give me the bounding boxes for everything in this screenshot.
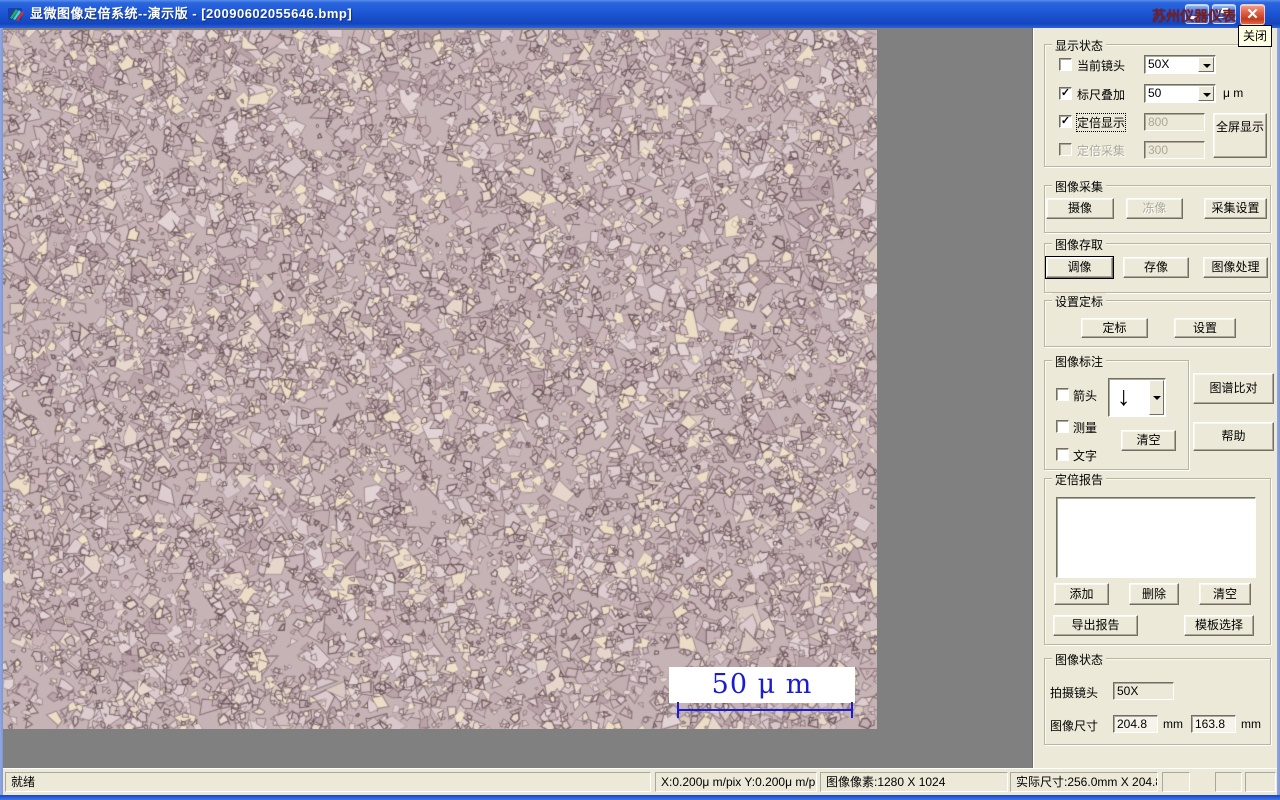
fullscreen-button[interactable]: 全屏显示 [1213,113,1267,158]
freeze-button: 冻像 [1126,198,1183,219]
minimize-button[interactable] [1185,4,1209,24]
label-text: 文字 [1073,449,1098,463]
image-process-button[interactable]: 图像处理 [1203,257,1268,278]
report-listbox[interactable] [1056,497,1256,578]
checkbox-current-lens[interactable] [1059,58,1072,71]
calibrate-button[interactable]: 定标 [1081,318,1148,338]
restore-button[interactable] [1212,4,1236,24]
template-select-button[interactable]: 模板选择 [1184,615,1254,636]
help-button[interactable]: 帮助 [1193,422,1274,451]
window-title: 显微图像定倍系统--演示版 - [20090602055646.bmp] [30,6,353,21]
label-width-unit: mm [1163,717,1183,731]
close-tooltip: 关闭 [1238,25,1273,47]
label-fixed-capture: 定倍采集 [1077,144,1126,158]
field-image-height[interactable]: 163.8 [1191,715,1236,733]
label-ruler-overlay: 标尺叠加 [1077,88,1126,102]
label-shoot-lens: 拍摄镜头 [1050,686,1099,700]
report-clear-button[interactable]: 清空 [1199,583,1251,605]
status-ready: 就绪 [5,772,651,792]
checkbox-arrow[interactable] [1056,388,1069,401]
calibration-settings-button[interactable]: 设置 [1174,318,1236,338]
close-icon: ✕ [1246,6,1259,23]
group-annotation-label: 图像标注 [1052,353,1107,370]
label-height-unit: mm [1241,717,1261,731]
atlas-compare-button[interactable]: 图谱比对 [1193,373,1274,404]
label-ruler-unit: μ m [1223,86,1244,100]
label-arrow: 箭头 [1073,389,1098,403]
report-delete-button[interactable]: 删除 [1129,583,1179,605]
restore-icon [1218,10,1227,18]
checkbox-ruler-overlay[interactable]: ✓ [1059,87,1072,100]
status-resolution: X:0.200μ m/pix Y:0.200μ m/pix [655,772,817,792]
group-image-storage-label: 图像存取 [1052,236,1107,253]
status-empty-3 [1245,772,1276,792]
scalebar-tick-left [677,702,679,718]
scalebar-tick-right [851,702,853,718]
export-report-button[interactable]: 导出报告 [1053,615,1138,636]
scalebar-label: 50 μ m [669,667,855,703]
micrograph-image [3,30,877,729]
scalebar-line [677,709,853,711]
down-arrow-icon: ↓ [1117,381,1131,411]
label-measure: 测量 [1073,421,1098,435]
combo-ruler-size-dropdown[interactable] [1198,86,1214,101]
group-image-capture-label: 图像采集 [1052,178,1107,195]
arrow-style-combo[interactable]: ↓ [1108,378,1166,417]
chevron-down-icon [1153,396,1161,400]
save-image-button[interactable]: 存像 [1123,257,1189,278]
field-image-width[interactable]: 204.8 [1113,715,1158,733]
combo-current-lens[interactable]: 50X [1144,55,1216,74]
field-fixed-capture-value: 300 [1144,141,1205,159]
micrograph-viewport[interactable]: 50 μ m [3,30,877,729]
group-display-status-label: 显示状态 [1052,37,1107,54]
shoot-button[interactable]: 摄像 [1046,198,1114,219]
field-shoot-lens[interactable]: 50X [1113,682,1174,700]
label-fixed-display: 定倍显示 [1075,113,1127,132]
combo-current-lens-dropdown[interactable] [1198,57,1214,72]
group-report-label: 定倍报告 [1052,471,1107,488]
chevron-down-icon [1203,93,1211,97]
combo-current-lens-value: 50X [1148,57,1170,71]
group-calibration-label: 设置定标 [1052,293,1107,310]
statusbar: 就绪 X:0.200μ m/pix Y:0.200μ m/pix 图像像素:12… [3,768,1277,795]
checkbox-fixed-capture [1059,143,1072,156]
status-empty-2 [1215,772,1242,792]
status-empty-1 [1162,772,1190,792]
group-calibration: 设置 定标 [1044,293,1271,347]
status-actual-size: 实际尺寸:256.0mm X 204.8mm [1010,772,1158,792]
capture-settings-button[interactable]: 采集设置 [1204,198,1267,219]
control-panel: 显示状态 当前镜头 50X ✓ 标尺叠加 50 μ m ✓ 定倍显示 800 定… [1032,28,1277,768]
status-image-pixels: 图像像素:1280 X 1024 [820,772,1008,792]
arrow-style-dropdown[interactable] [1149,380,1164,415]
minimize-icon [1190,16,1199,19]
label-current-lens: 当前镜头 [1077,59,1126,73]
report-add-button[interactable]: 添加 [1054,583,1109,605]
checkbox-text[interactable] [1056,448,1069,461]
app-icon[interactable] [7,5,25,23]
field-fixed-display-value: 800 [1144,113,1205,131]
chevron-down-icon [1203,64,1211,68]
combo-ruler-size-value: 50 [1148,86,1162,100]
window-border-bottom [0,795,1280,800]
annotation-clear-button[interactable]: 清空 [1121,430,1176,451]
load-image-button[interactable]: 调像 [1046,257,1113,278]
combo-ruler-size[interactable]: 50 [1144,84,1216,103]
checkbox-measure[interactable] [1056,420,1069,433]
titlebar: 显微图像定倍系统--演示版 - [20090602055646.bmp] 苏州仪… [0,0,1280,28]
checkbox-fixed-display[interactable]: ✓ [1059,115,1072,128]
label-image-size: 图像尺寸 [1050,719,1099,733]
close-button[interactable]: ✕ [1240,4,1265,25]
group-image-status-label: 图像状态 [1052,651,1107,668]
app-window: 显微图像定倍系统--演示版 - [20090602055646.bmp] 苏州仪… [0,0,1280,800]
